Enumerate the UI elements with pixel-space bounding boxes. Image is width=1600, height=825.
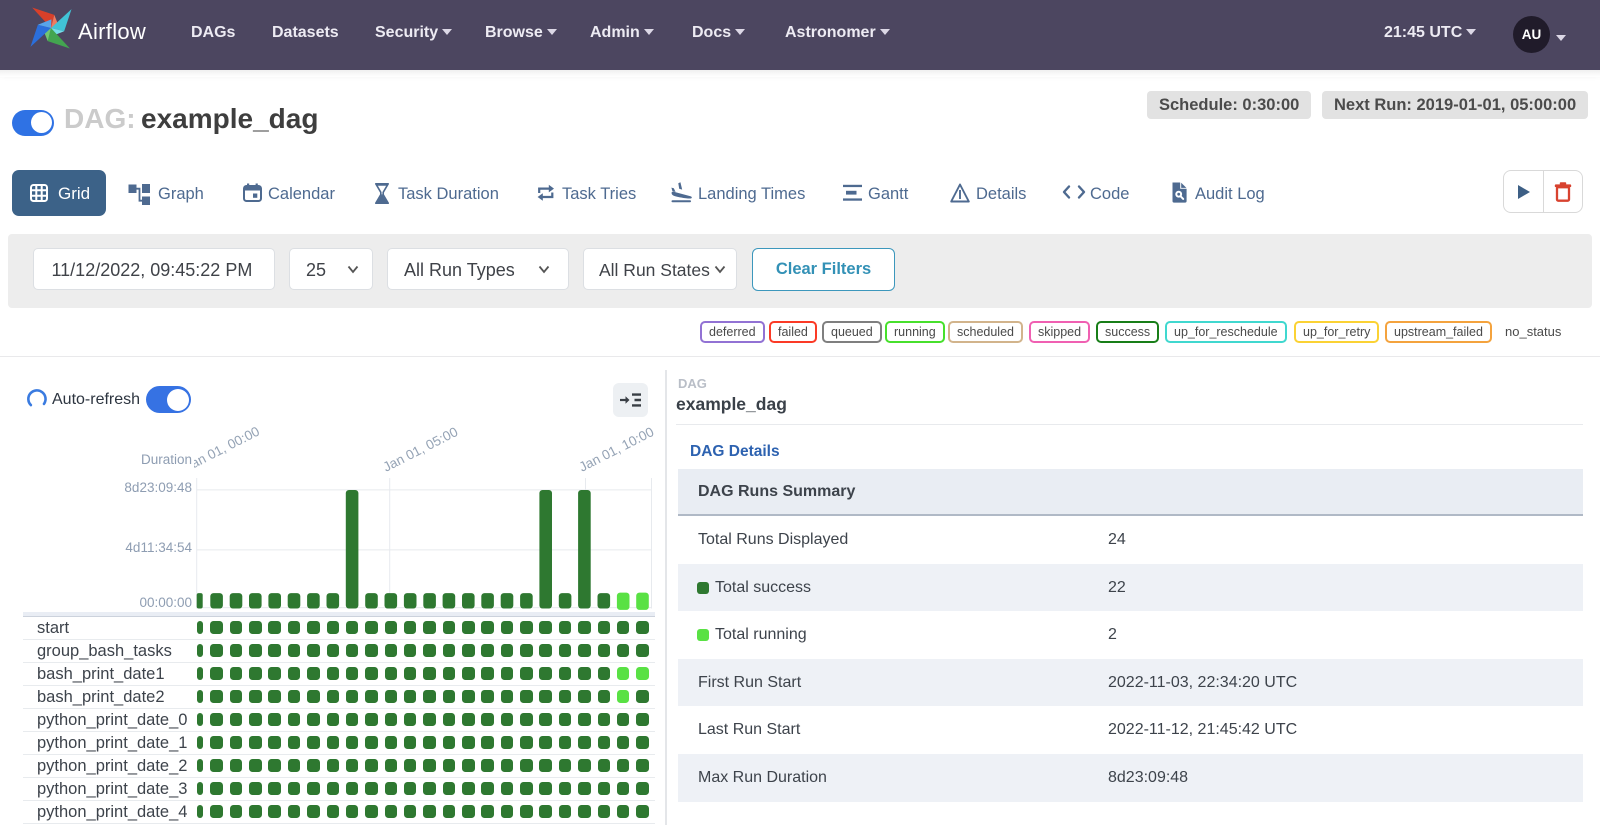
svg-text:Duration: Duration <box>141 452 192 467</box>
svg-text:Jan 01, 10:00: Jan 01, 10:00 <box>577 424 657 475</box>
svg-text:Jan 01, 05:00: Jan 01, 05:00 <box>381 424 461 475</box>
svg-text:00:00:00: 00:00:00 <box>139 595 192 610</box>
svg-text:8d23:09:48: 8d23:09:48 <box>124 480 192 495</box>
svg-text:an 01, 00:00: an 01, 00:00 <box>188 424 262 471</box>
svg-text:4d11:34:54: 4d11:34:54 <box>125 540 192 555</box>
